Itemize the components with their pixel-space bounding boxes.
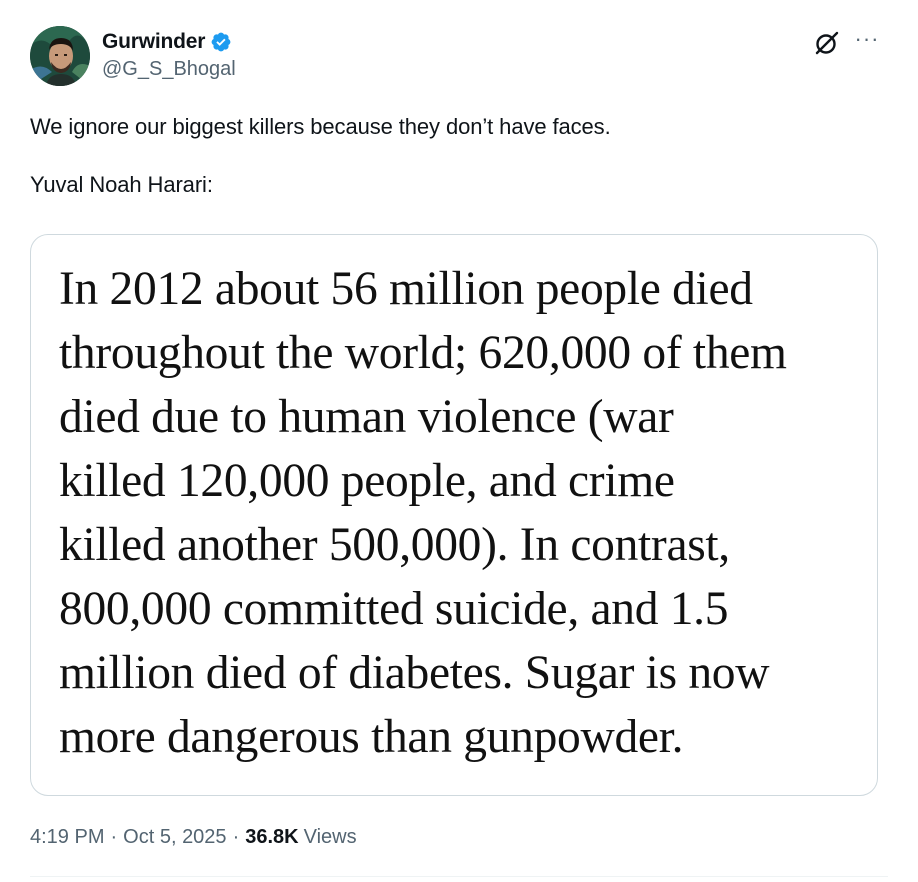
avatar-image [30, 26, 90, 86]
display-name-row: Gurwinder [102, 28, 236, 56]
tweet-date[interactable]: Oct 5, 2025 [123, 826, 226, 849]
display-name[interactable]: Gurwinder [102, 30, 205, 54]
tweet-media-image[interactable]: In 2012 about 56 million people died thr… [30, 234, 878, 796]
tweet-time[interactable]: 4:19 PM [30, 826, 104, 849]
separator: · [110, 825, 118, 848]
tweet: Gurwinder @G_S_Bhogal ··· We ignore our … [0, 0, 918, 882]
verified-badge-icon[interactable] [210, 31, 232, 53]
handle[interactable]: @G_S_Bhogal [102, 58, 236, 81]
views-count: 36.8K [245, 825, 299, 848]
tweet-text-line: Yuval Noah Harari: [30, 172, 213, 197]
avatar[interactable] [30, 26, 90, 86]
divider [30, 876, 888, 877]
quote-image-text: In 2012 about 56 million people died thr… [59, 263, 787, 763]
grok-icon[interactable] [814, 30, 840, 56]
more-options-icon[interactable]: ··· [852, 28, 882, 56]
author-info: Gurwinder @G_S_Bhogal [102, 28, 236, 81]
separator: · [232, 825, 240, 848]
tweet-text-line: We ignore our biggest killers because th… [30, 114, 611, 139]
views-label: Views [303, 825, 357, 848]
tweet-text: We ignore our biggest killers because th… [30, 110, 880, 202]
tweet-header: Gurwinder @G_S_Bhogal ··· [30, 26, 888, 88]
tweet-metadata: 4:19 PM · Oct 5, 2025 · 36.8K Views [30, 822, 357, 852]
